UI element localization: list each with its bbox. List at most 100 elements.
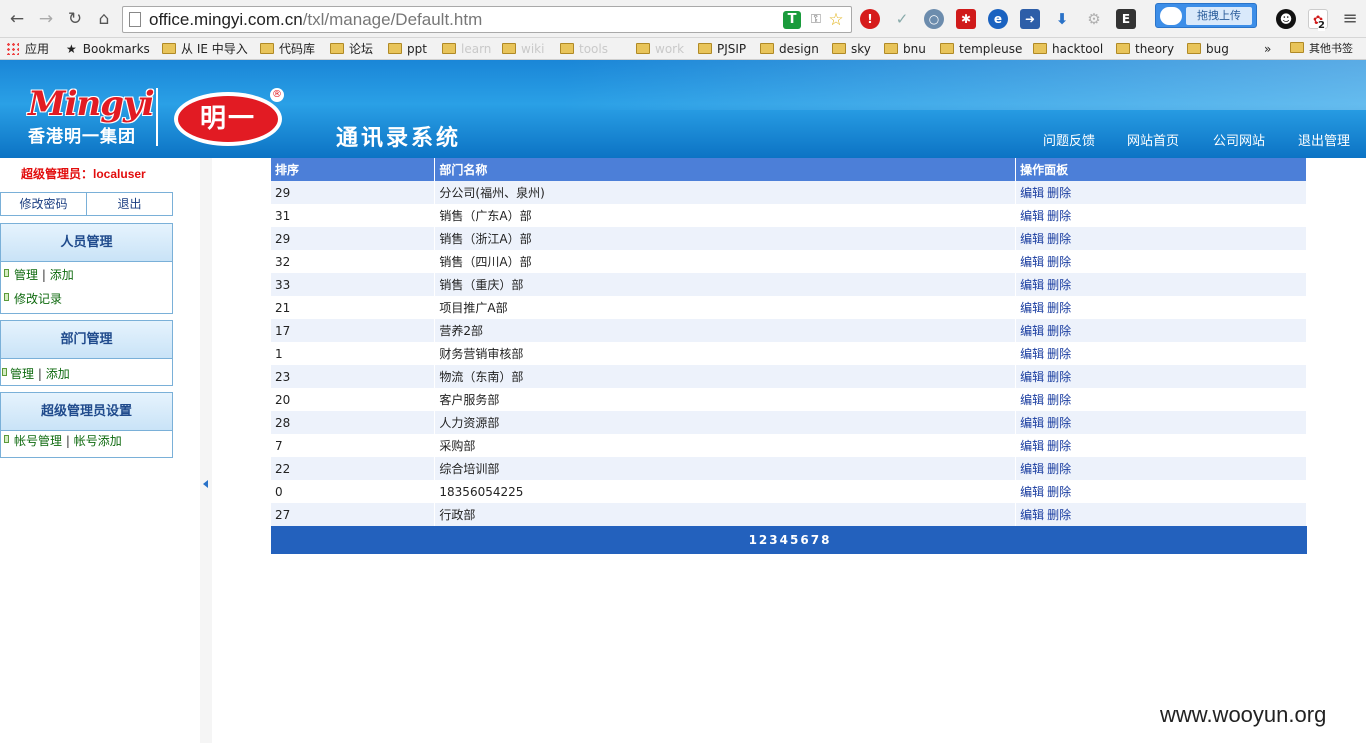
home-icon[interactable]: ⌂ [92, 7, 116, 31]
bookmark-item[interactable]: work [636, 41, 684, 57]
nav-company-site[interactable]: 公司网站 [1213, 134, 1265, 150]
edit-link[interactable]: 编辑 [1020, 508, 1044, 522]
logout-link[interactable]: 退出 [87, 193, 172, 215]
bookmark-item[interactable]: ppt [388, 41, 427, 57]
page-link[interactable]: 3 [769, 533, 777, 547]
bookmark-item[interactable]: templeuse [940, 41, 1022, 57]
edit-link[interactable]: 编辑 [1020, 232, 1044, 246]
download-icon[interactable]: ⬇ [1052, 9, 1072, 29]
edit-link[interactable]: 编辑 [1020, 416, 1044, 430]
bookmark-item[interactable]: PJSIP [698, 41, 746, 57]
edit-link[interactable]: 编辑 [1020, 209, 1044, 223]
delete-link[interactable]: 删除 [1047, 301, 1071, 315]
account-add-link[interactable]: 帐号添加 [74, 434, 122, 448]
edit-link[interactable]: 编辑 [1020, 324, 1044, 338]
asterisk-icon[interactable]: ✱ [956, 9, 976, 29]
nav-logout[interactable]: 退出管理 [1298, 134, 1350, 150]
dept-manage-link[interactable]: 管理 [10, 367, 34, 381]
page-link[interactable]: 8 [821, 533, 829, 547]
bookmark-item[interactable]: bug [1187, 41, 1229, 57]
delete-link[interactable]: 删除 [1047, 186, 1071, 200]
delete-link[interactable]: 删除 [1047, 209, 1071, 223]
other-bookmarks[interactable]: 其他书签 [1290, 41, 1353, 57]
delete-link[interactable]: 删除 [1047, 416, 1071, 430]
nav-home[interactable]: 网站首页 [1127, 134, 1179, 150]
edit-link[interactable]: 编辑 [1020, 186, 1044, 200]
bookmark-item[interactable]: 从 IE 中导入 [162, 41, 248, 57]
edit-link[interactable]: 编辑 [1020, 462, 1044, 476]
page-link[interactable]: 6 [800, 533, 808, 547]
delete-link[interactable]: 删除 [1047, 347, 1071, 361]
bookmark-item[interactable]: 论坛 [330, 41, 373, 57]
page-link[interactable]: 5 [790, 533, 798, 547]
forward-icon[interactable]: → [34, 7, 58, 31]
cell-order: 28 [271, 411, 436, 434]
shield-icon[interactable]: T [783, 11, 801, 29]
delete-link[interactable]: 删除 [1047, 439, 1071, 453]
delete-link[interactable]: 删除 [1047, 393, 1071, 407]
delete-link[interactable]: 删除 [1047, 508, 1071, 522]
staff-manage-link[interactable]: 管理 [14, 268, 38, 282]
company-logo[interactable]: Mingyi 香港明一集团 [26, 86, 155, 150]
reload-icon[interactable]: ↻ [63, 7, 87, 31]
nav-feedback[interactable]: 问题反馈 [1043, 134, 1095, 150]
bookmarks-overflow[interactable]: » [1264, 41, 1271, 57]
edit-link[interactable]: 编辑 [1020, 370, 1044, 384]
bookmark-item[interactable]: bnu [884, 41, 926, 57]
bookmark-item[interactable]: tools [560, 41, 608, 57]
dept-add-link[interactable]: 添加 [46, 367, 70, 381]
delete-link[interactable]: 删除 [1047, 255, 1071, 269]
edit-link[interactable]: 编辑 [1020, 255, 1044, 269]
change-password-link[interactable]: 修改密码 [1, 193, 87, 215]
menu-icon[interactable]: ≡ [1338, 7, 1362, 31]
edit-link[interactable]: 编辑 [1020, 393, 1044, 407]
edit-link[interactable]: 编辑 [1020, 439, 1044, 453]
bookmark-item[interactable]: theory [1116, 41, 1174, 57]
abp-icon[interactable]: ! [860, 9, 880, 29]
bookmark-item[interactable]: wiki [502, 41, 544, 57]
folder-icon [330, 43, 344, 54]
edit-history-link[interactable]: 修改记录 [14, 292, 62, 306]
edit-link[interactable]: 编辑 [1020, 278, 1044, 292]
page-link[interactable]: 4 [780, 533, 788, 547]
page-link[interactable]: 1 [749, 533, 757, 547]
panel-title[interactable]: 部门管理 [1, 321, 172, 359]
ie-tab-icon[interactable]: e [988, 9, 1008, 29]
delete-link[interactable]: 删除 [1047, 278, 1071, 292]
cell-actions: 编辑 删除 [1015, 434, 1307, 457]
address-bar[interactable]: office.mingyi.com.cn/txl/manage/Default.… [122, 6, 852, 33]
bookmark-item[interactable]: design [760, 41, 819, 57]
panel-title[interactable]: 人员管理 [1, 224, 172, 262]
sidebar-splitter[interactable] [200, 158, 212, 743]
circle-ext-icon[interactable]: ○ [924, 9, 944, 29]
delete-link[interactable]: 删除 [1047, 485, 1071, 499]
bookmark-apps[interactable]: 应用 [6, 41, 49, 57]
delete-link[interactable]: 删除 [1047, 324, 1071, 338]
bookmark-item[interactable]: learn [442, 41, 491, 57]
delete-link[interactable]: 删除 [1047, 370, 1071, 384]
delete-link[interactable]: 删除 [1047, 232, 1071, 246]
back-icon[interactable]: ← [5, 7, 29, 31]
mask-icon[interactable]: ☻ [1276, 9, 1296, 29]
upload-widget[interactable]: 拖拽上传 [1155, 3, 1257, 28]
edit-link[interactable]: 编辑 [1020, 301, 1044, 315]
edit-link[interactable]: 编辑 [1020, 485, 1044, 499]
bookmark-item[interactable]: sky [832, 41, 871, 57]
panel-title[interactable]: 超级管理员设置 [1, 393, 172, 431]
key-icon[interactable]: ⚿ [807, 11, 825, 29]
bookmark-item[interactable]: hacktool [1033, 41, 1103, 57]
gear-icon[interactable]: ⚙ [1084, 9, 1104, 29]
edit-link[interactable]: 编辑 [1020, 347, 1044, 361]
account-manage-link[interactable]: 帐号管理 [14, 434, 62, 448]
check-icon[interactable]: ✓ [892, 9, 912, 29]
bookmark-item[interactable]: 代码库 [260, 41, 315, 57]
bookmark-item[interactable]: ★ Bookmarks [66, 41, 150, 57]
collapse-arrow-icon[interactable] [203, 480, 208, 488]
arrow-ext-icon[interactable]: ➜ [1020, 9, 1040, 29]
page-link[interactable]: 7 [811, 533, 819, 547]
star-icon[interactable]: ☆ [827, 11, 845, 29]
page-link[interactable]: 2 [759, 533, 767, 547]
staff-add-link[interactable]: 添加 [50, 268, 74, 282]
evernote-icon[interactable]: E [1116, 9, 1136, 29]
delete-link[interactable]: 删除 [1047, 462, 1071, 476]
